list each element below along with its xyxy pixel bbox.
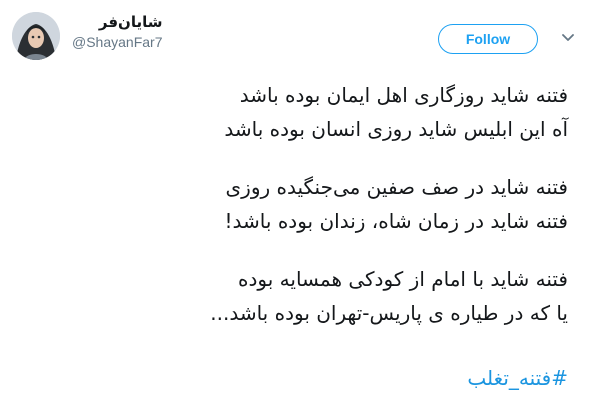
tweet-line: فتنه شاید با امام از کودکی همسایه بوده (238, 267, 568, 291)
more-options-button[interactable] (560, 30, 576, 46)
chevron-down-icon (562, 34, 574, 41)
user-info[interactable]: شایان‌فر @ShayanFar7 (72, 12, 162, 51)
tweet-line: آه این ابلیس شاید روزی انسان بوده باشد (224, 117, 568, 141)
tweet-line: فتنه شاید در صف صفین می‌جنگیده روزی (225, 175, 569, 199)
tweet-text: فتنه شاید روزگاری اهل ایمان بوده باشد آه… (28, 78, 568, 330)
avatar-image (12, 12, 60, 60)
tweet-line: فتنه شاید روزگاری اهل ایمان بوده باشد (239, 83, 568, 107)
hashtag-link[interactable]: #فتنه_تغلب (467, 362, 568, 394)
tweet-line: فتنه شاید در زمان شاه، زندان بوده باشد! (224, 209, 568, 233)
display-name[interactable]: شایان‌فر (72, 12, 163, 32)
stanza-gap (28, 146, 568, 170)
user-handle[interactable]: @ShayanFar7 (72, 33, 162, 51)
tweet-header: شایان‌فر @ShayanFar7 Follow (0, 0, 590, 64)
follow-button[interactable]: Follow (438, 24, 538, 54)
tweet-line: یا که در طیاره ی پاریس-تهران بوده باشد..… (210, 301, 568, 325)
avatar[interactable] (12, 12, 60, 60)
stanza-gap (28, 238, 568, 262)
